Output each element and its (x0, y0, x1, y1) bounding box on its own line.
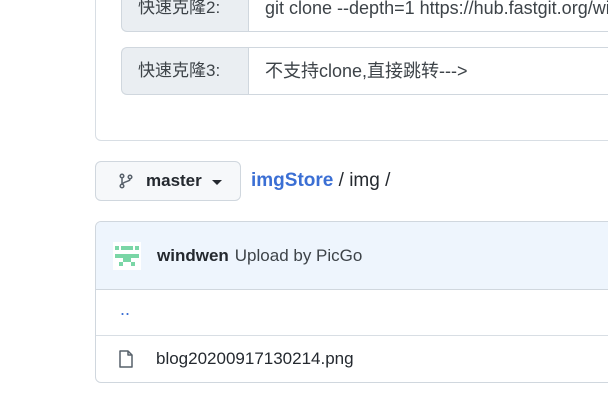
latest-commit-bar: windwen Upload by PicGo (96, 222, 608, 290)
branch-select-button[interactable]: master (95, 161, 241, 201)
commit-author-link[interactable]: windwen (157, 246, 229, 266)
clone-command-input-2[interactable]: git clone --depth=1 https://hub.fastgit.… (248, 0, 608, 32)
avatar[interactable] (113, 241, 141, 270)
chevron-down-icon (211, 180, 222, 185)
file-icon (119, 350, 133, 368)
commit-message[interactable]: Upload by PicGo (235, 246, 363, 266)
git-branch-icon (119, 173, 133, 189)
breadcrumb-separator: / (379, 170, 391, 191)
list-item: .. (96, 290, 608, 336)
clone-label-3: 快速克隆3: (121, 47, 248, 95)
clone-row-3: 快速克隆3: 不支持clone,直接跳转---> (121, 47, 608, 95)
breadcrumb-current-dir: img (349, 170, 380, 191)
clone-label-2: 快速克隆2: (121, 0, 248, 32)
parent-directory-link[interactable]: .. (96, 299, 130, 320)
file-name-link[interactable]: blog20200917130214.png (156, 349, 354, 369)
breadcrumb-repo-link[interactable]: imgStore (251, 170, 333, 191)
file-list: windwen Upload by PicGo .. blog202009171… (95, 221, 608, 383)
branch-name: master (146, 171, 202, 190)
breadcrumb: imgStore / img / (251, 170, 390, 192)
clone-row-2: 快速克隆2: git clone --depth=1 https://hub.f… (121, 0, 608, 32)
list-item: blog20200917130214.png (96, 336, 608, 382)
breadcrumb-separator: / (333, 170, 350, 191)
clone-command-input-3[interactable]: 不支持clone,直接跳转---> (248, 47, 608, 95)
